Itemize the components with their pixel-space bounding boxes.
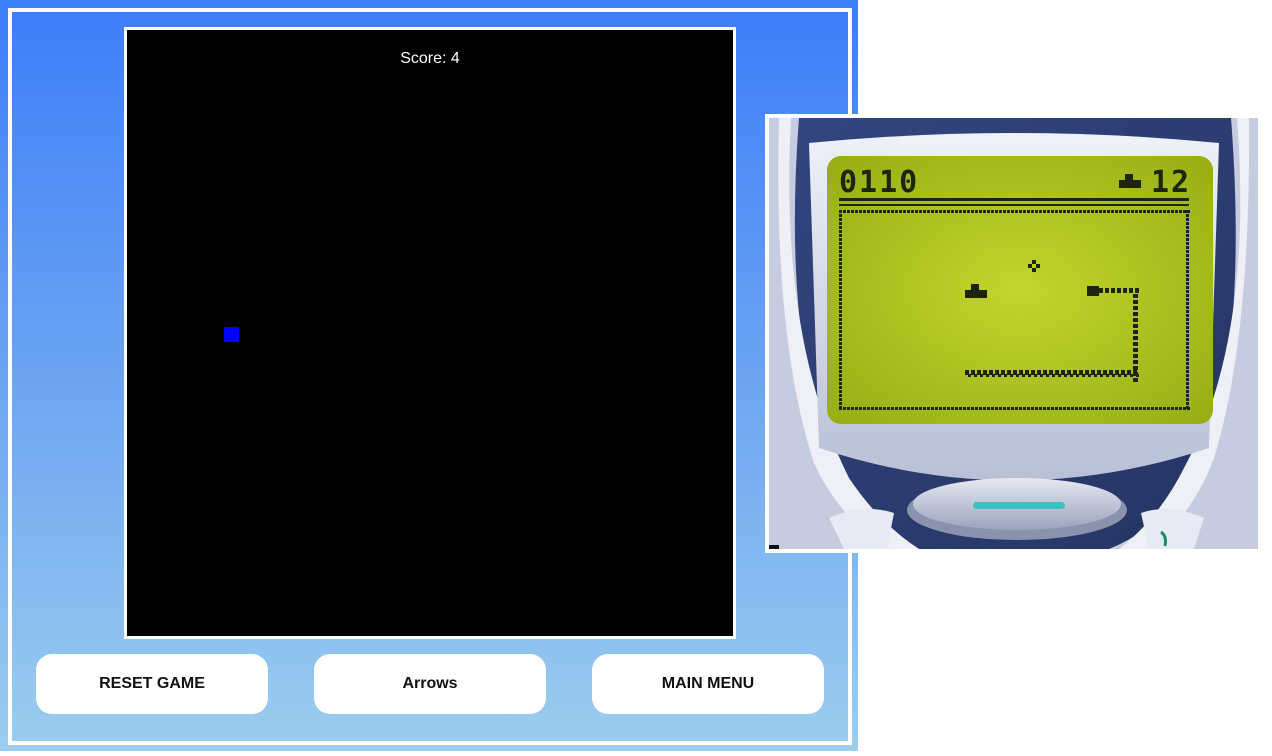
game-panel: Score: 4 RESET GAME Arrows MAIN MENU (0, 0, 860, 751)
phone-score-digits: 0110 (839, 165, 919, 200)
score-label: Score: 4 (400, 50, 460, 67)
reset-game-button[interactable]: RESET GAME (36, 654, 268, 714)
nokia-phone-illustration: 0110 12 (769, 118, 1258, 549)
main-menu-button[interactable]: MAIN MENU (592, 654, 824, 714)
nokia-snake-image: 0110 12 (765, 114, 1262, 553)
diamond-food-icon (1032, 260, 1036, 264)
game-board[interactable]: Score: 4 (124, 27, 860, 639)
food-pellet (224, 327, 239, 342)
phone-bonus-digits: 12 (1151, 165, 1191, 200)
controls-button[interactable]: Arrows (314, 654, 546, 714)
bug-icon (1119, 180, 1141, 188)
snake-icon (1087, 286, 1099, 296)
header-rule (839, 198, 1189, 201)
bug-icon (965, 290, 987, 298)
